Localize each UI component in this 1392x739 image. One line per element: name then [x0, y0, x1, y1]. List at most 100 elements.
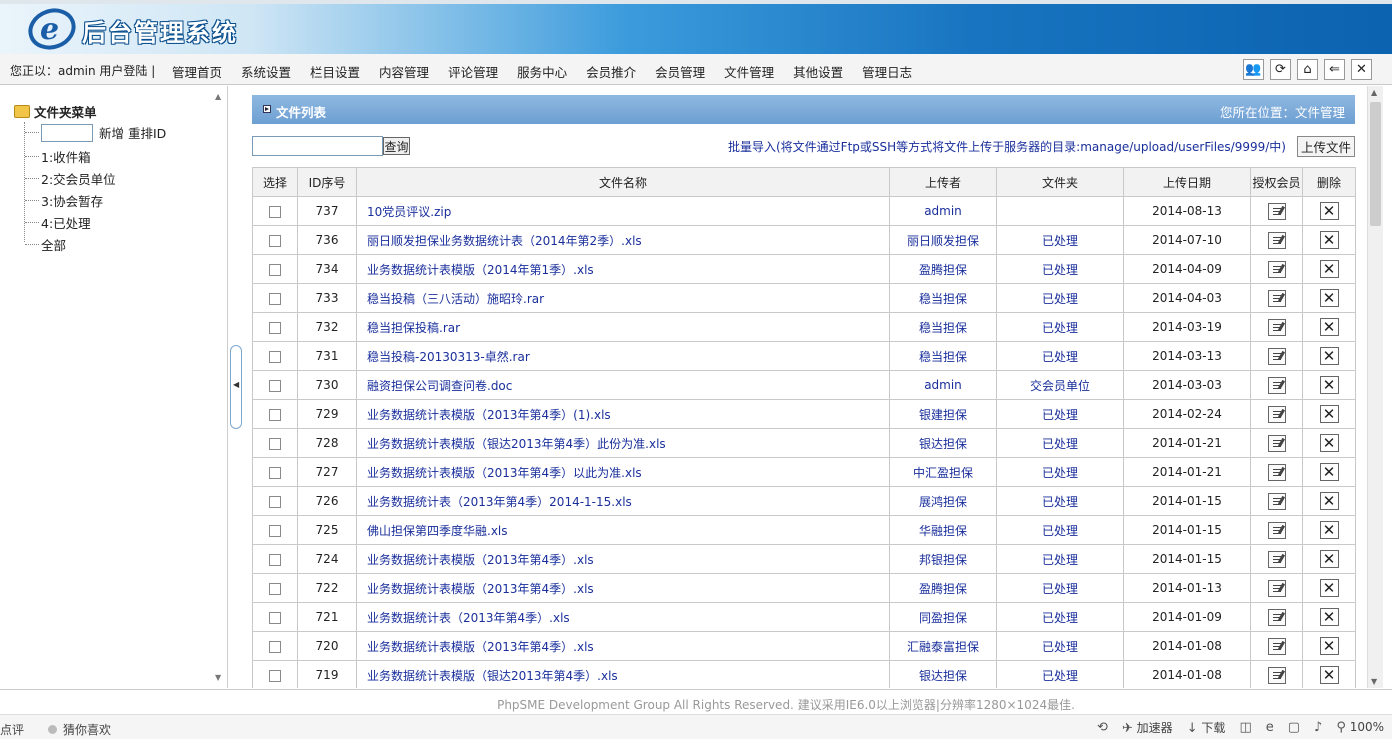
edit-authorize-icon[interactable]	[1267, 202, 1286, 220]
row-file-name[interactable]: 业务数据统计表（2013年第4季）.xls	[356, 602, 890, 632]
row-uploader[interactable]: 汇融泰富担保	[889, 631, 997, 661]
zoom-level[interactable]: ⚲ 100%	[1336, 720, 1384, 735]
row-file-name[interactable]: 业务数据统计表模版（2013年第4季）.xls	[356, 544, 890, 574]
delete-x-icon[interactable]: ✕	[1319, 463, 1339, 481]
row-checkbox[interactable]	[269, 234, 281, 247]
row-uploader[interactable]: 展鸿担保	[889, 486, 997, 516]
accelerator-button[interactable]: ✈ 加速器	[1122, 719, 1173, 736]
row-uploader[interactable]: 银达担保	[889, 660, 997, 688]
delete-x-icon[interactable]: ✕	[1319, 318, 1339, 336]
row-folder[interactable]: 已处理	[996, 254, 1124, 284]
split-icon[interactable]: ◫	[1239, 720, 1251, 735]
edit-authorize-icon[interactable]	[1267, 666, 1286, 684]
main-scrollbar[interactable]: ▲ ▼	[1367, 86, 1383, 688]
edit-authorize-icon[interactable]	[1267, 347, 1286, 365]
edit-authorize-icon[interactable]	[1267, 434, 1286, 452]
row-uploader[interactable]: 盈腾担保	[889, 573, 997, 603]
row-folder[interactable]: 已处理	[996, 631, 1124, 661]
delete-x-icon[interactable]: ✕	[1319, 231, 1339, 249]
nav-item-files[interactable]: 文件管理	[724, 62, 774, 81]
row-uploader[interactable]: 盈腾担保	[889, 254, 997, 284]
row-checkbox[interactable]	[269, 669, 281, 682]
row-uploader[interactable]: 银达担保	[889, 428, 997, 458]
row-uploader[interactable]: admin	[889, 370, 997, 400]
row-folder[interactable]: 已处理	[996, 428, 1124, 458]
users-icon[interactable]: 👥	[1243, 59, 1264, 80]
row-file-name[interactable]: 融资担保公司调查问卷.doc	[356, 370, 890, 400]
delete-x-icon[interactable]: ✕	[1319, 608, 1339, 626]
row-file-name[interactable]: 丽日顺发担保业务数据统计表（2014年第2季）.xls	[356, 225, 890, 255]
row-file-name[interactable]: 业务数据统计表模版（2013年第4季）.xls	[356, 631, 890, 661]
ie-icon[interactable]: e	[1266, 720, 1274, 735]
delete-x-icon[interactable]: ✕	[1319, 550, 1339, 568]
folder-item-all[interactable]: 全部	[25, 235, 66, 254]
row-folder[interactable]: 已处理	[996, 457, 1124, 487]
row-checkbox[interactable]	[269, 321, 281, 334]
sidebar-collapse-handle[interactable]: ◀	[230, 345, 242, 429]
delete-x-icon[interactable]: ✕	[1319, 579, 1339, 597]
row-uploader[interactable]: 同盈担保	[889, 602, 997, 632]
nav-item-members[interactable]: 会员管理	[655, 62, 705, 81]
delete-x-icon[interactable]: ✕	[1319, 521, 1339, 539]
row-folder[interactable]: 已处理	[996, 312, 1124, 342]
scroll-up-icon[interactable]: ▲	[1371, 88, 1377, 97]
nav-item-member-recommend[interactable]: 会员推介	[586, 62, 636, 81]
row-checkbox[interactable]	[269, 466, 281, 479]
folder-item-member-units[interactable]: 2:交会员单位	[25, 169, 116, 188]
nav-item-other-settings[interactable]: 其他设置	[793, 62, 843, 81]
row-folder[interactable]: 已处理	[996, 573, 1124, 603]
delete-x-icon[interactable]: ✕	[1319, 405, 1339, 423]
edit-authorize-icon[interactable]	[1267, 289, 1286, 307]
scroll-down-icon[interactable]: ▼	[215, 673, 221, 682]
row-checkbox[interactable]	[269, 495, 281, 508]
window-icon[interactable]: ▢	[1288, 720, 1300, 735]
row-uploader[interactable]: admin	[889, 196, 997, 226]
row-checkbox[interactable]	[269, 379, 281, 392]
edit-authorize-icon[interactable]	[1267, 376, 1286, 394]
row-folder[interactable]: 已处理	[996, 544, 1124, 574]
delete-x-icon[interactable]: ✕	[1319, 492, 1339, 510]
edit-authorize-icon[interactable]	[1267, 521, 1286, 539]
row-file-name[interactable]: 稳当投稿-20130313-卓然.rar	[356, 341, 890, 371]
delete-x-icon[interactable]: ✕	[1319, 347, 1339, 365]
column-header-folder[interactable]: 文件夹	[996, 167, 1124, 197]
search-input[interactable]	[252, 136, 383, 156]
folder-item-processed[interactable]: 4:已处理	[25, 213, 91, 232]
row-folder[interactable]: 已处理	[996, 660, 1124, 688]
row-folder[interactable]: 已处理	[996, 602, 1124, 632]
column-header-date[interactable]: 上传日期	[1123, 167, 1251, 197]
row-checkbox[interactable]	[269, 553, 281, 566]
row-folder[interactable]: 已处理	[996, 283, 1124, 313]
row-folder[interactable]: 已处理	[996, 225, 1124, 255]
delete-x-icon[interactable]: ✕	[1319, 376, 1339, 394]
edit-authorize-icon[interactable]	[1267, 608, 1286, 626]
status-guess[interactable]: 猜你喜欢	[48, 721, 111, 738]
row-file-name[interactable]: 业务数据统计表模版（2013年第4季）(1).xls	[356, 399, 890, 429]
row-folder[interactable]	[996, 196, 1124, 226]
row-folder[interactable]: 交会员单位	[996, 370, 1124, 400]
edit-authorize-icon[interactable]	[1267, 260, 1286, 278]
nav-item-comments[interactable]: 评论管理	[448, 62, 498, 81]
row-file-name[interactable]: 业务数据统计表模版（银达2013年第4季）.xls	[356, 660, 890, 688]
row-file-name[interactable]: 业务数据统计表模版（银达2013年第4季）此份为准.xls	[356, 428, 890, 458]
row-checkbox[interactable]	[269, 640, 281, 653]
column-header-uploader[interactable]: 上传者	[889, 167, 997, 197]
row-file-name[interactable]: 业务数据统计表模版（2013年第4季）以此为准.xls	[356, 457, 890, 487]
row-checkbox[interactable]	[269, 408, 281, 421]
browser-icon[interactable]: ⟲	[1097, 720, 1108, 735]
row-checkbox[interactable]	[269, 350, 281, 363]
nav-item-column-settings[interactable]: 栏目设置	[310, 62, 360, 81]
row-uploader[interactable]: 邦银担保	[889, 544, 997, 574]
row-checkbox[interactable]	[269, 205, 281, 218]
edit-authorize-icon[interactable]	[1267, 405, 1286, 423]
row-uploader[interactable]: 稳当担保	[889, 283, 997, 313]
row-folder[interactable]: 已处理	[996, 399, 1124, 429]
download-button[interactable]: ↓ 下载	[1187, 719, 1226, 736]
row-checkbox[interactable]	[269, 437, 281, 450]
row-folder[interactable]: 已处理	[996, 341, 1124, 371]
nav-item-home[interactable]: 管理首页	[172, 62, 222, 81]
folder-tree-root[interactable]: 文件夹菜单	[14, 102, 97, 121]
nav-item-service[interactable]: 服务中心	[517, 62, 567, 81]
row-checkbox[interactable]	[269, 611, 281, 624]
new-folder-input[interactable]	[41, 123, 93, 142]
